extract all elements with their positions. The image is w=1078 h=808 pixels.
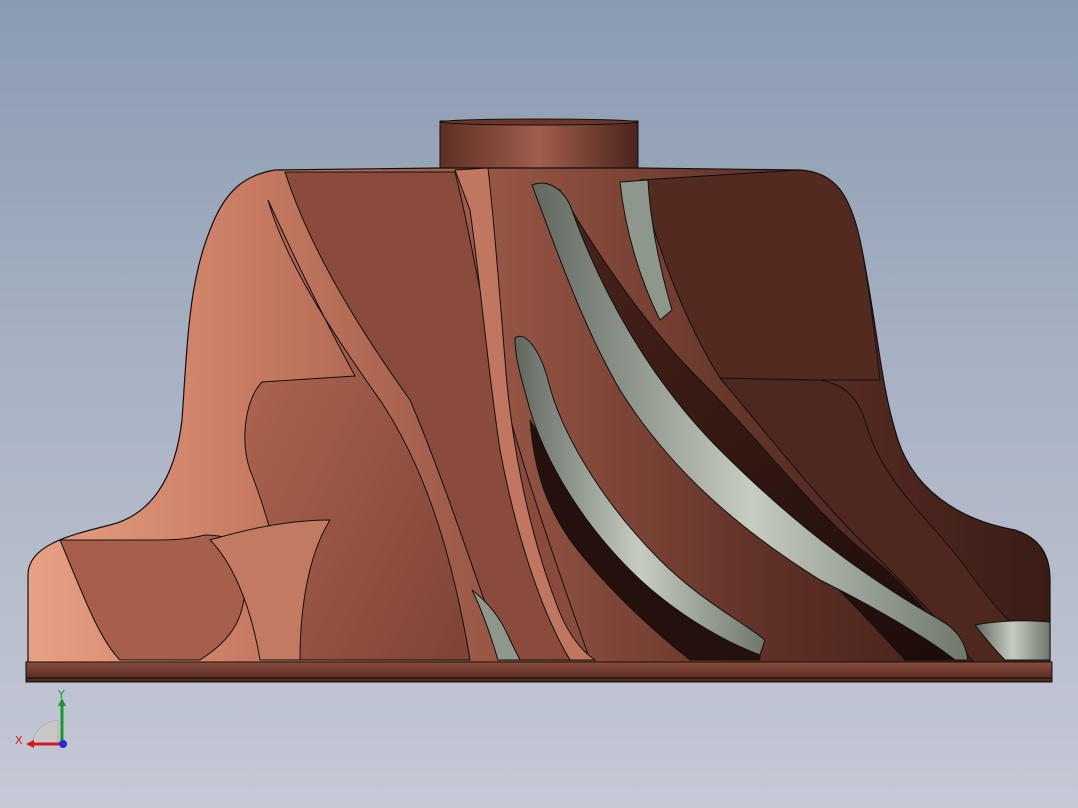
- view-triad[interactable]: Y X: [12, 686, 76, 752]
- impeller-model[interactable]: [0, 0, 1078, 808]
- triad-plane: [31, 719, 59, 745]
- x-axis-label: X: [15, 734, 23, 747]
- y-axis-label: Y: [57, 688, 65, 701]
- z-axis-icon: [59, 740, 67, 748]
- shaft: [439, 120, 639, 169]
- graphics-viewport[interactable]: Y X: [0, 0, 1078, 808]
- shaft-top: [439, 118, 639, 126]
- base-ring: [25, 661, 1053, 683]
